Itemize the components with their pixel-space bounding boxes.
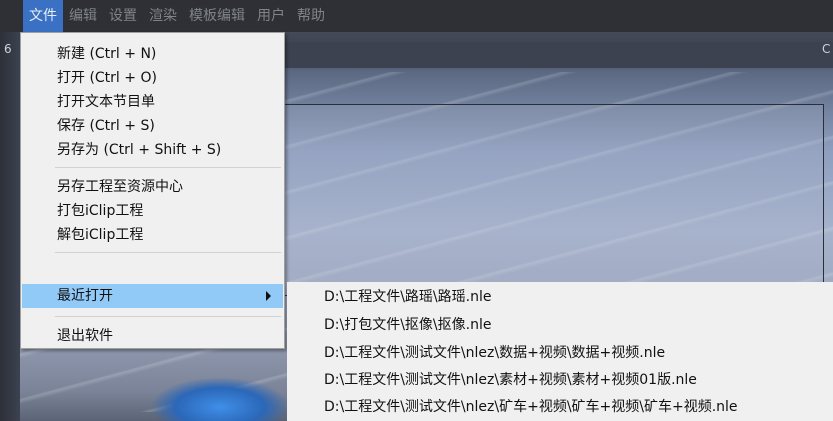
menu-file[interactable]: 文件 — [23, 0, 63, 32]
menu-item-open[interactable]: 打开 (Ctrl + O) — [22, 66, 283, 90]
menu-item-open-text-program[interactable]: 打开文本节目单 — [22, 90, 283, 114]
recent-file-item[interactable]: D:\工程文件\路瑶\路瑶.nle — [287, 284, 833, 310]
file-menu-dropdown: 新建 (Ctrl + N) 打开 (Ctrl + O) 打开文本节目单 保存 (… — [20, 32, 285, 349]
menu-item-recent[interactable]: 最近打开 — [22, 284, 283, 308]
menu-item-recent-label: 最近打开 — [57, 288, 113, 304]
menu-item-exit[interactable]: 退出软件 — [22, 324, 283, 348]
background-preview-panel — [282, 104, 824, 296]
menu-separator — [55, 252, 281, 253]
recent-file-item[interactable]: D:\工程文件\测试文件\nlez\素材+视频\素材+视频01版.nle — [287, 367, 833, 393]
menu-bar: 文件 编辑 设置 渲染 模板编辑 用户 帮助 — [0, 0, 833, 32]
menu-item-save-to-resource-center[interactable]: 另存工程至资源中心 — [22, 175, 283, 199]
menu-item-pack-iclip[interactable]: 打包iClip工程 — [22, 199, 283, 223]
menu-edit[interactable]: 编辑 — [63, 0, 103, 32]
menu-item-unpack-iclip[interactable]: 解包iClip工程 — [22, 223, 283, 247]
recent-file-item[interactable]: D:\工程文件\测试文件\nlez\数据+视频\数据+视频.nle — [287, 340, 833, 366]
submenu-arrow-icon — [266, 291, 271, 301]
recent-file-item[interactable]: D:\打包文件\抠像\抠像.nle — [287, 312, 833, 338]
menu-item-save[interactable]: 保存 (Ctrl + S) — [22, 114, 283, 138]
background-right-label: C — [822, 42, 831, 56]
background-left-edge — [0, 32, 20, 421]
menu-item-save-as[interactable]: 另存为 (Ctrl + Shift + S) — [22, 138, 283, 162]
menu-separator — [55, 167, 281, 168]
menu-settings[interactable]: 设置 — [103, 0, 143, 32]
menu-template-edit[interactable]: 模板编辑 — [183, 0, 251, 32]
menu-item-new[interactable]: 新建 (Ctrl + N) — [22, 42, 283, 66]
recent-files-submenu: D:\工程文件\路瑶\路瑶.nle D:\打包文件\抠像\抠像.nle D:\工… — [287, 282, 833, 421]
menu-separator — [55, 316, 281, 317]
menu-user[interactable]: 用户 — [251, 0, 291, 32]
background-left-label: 6 — [4, 42, 12, 56]
menu-render[interactable]: 渲染 — [143, 0, 183, 32]
menu-help[interactable]: 帮助 — [291, 0, 331, 32]
recent-file-item[interactable]: D:\工程文件\测试文件\nlez\矿车+视频\矿车+视频\矿车+视频.nle — [287, 394, 833, 420]
